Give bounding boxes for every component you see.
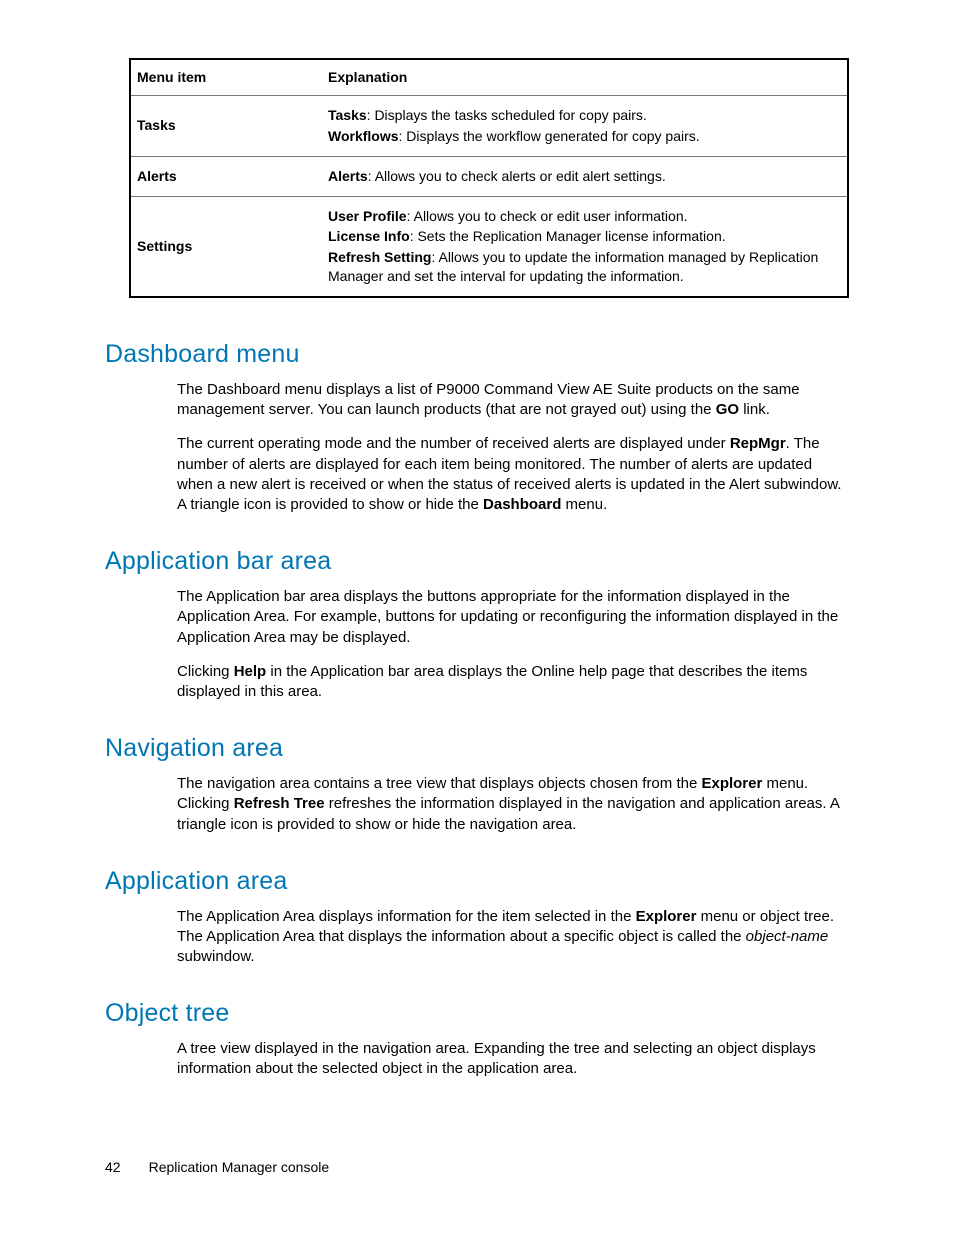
paragraph: A tree view displayed in the navigation … [177, 1039, 849, 1080]
cell-menu-item: Alerts [130, 156, 322, 196]
desc: : Allows you to check or edit user infor… [407, 208, 688, 224]
text: Clicking [177, 663, 234, 680]
desc: : Allows you to check alerts or edit ale… [368, 168, 666, 184]
col-explanation: Explanation [322, 59, 848, 95]
section-body: A tree view displayed in the navigation … [177, 1039, 849, 1080]
term: User Profile [328, 208, 407, 224]
desc: : Displays the tasks scheduled for copy … [367, 107, 647, 123]
heading-dashboard-menu: Dashboard menu [105, 338, 849, 372]
desc: : Displays the workflow generated for co… [399, 128, 700, 144]
table-header-row: Menu item Explanation [130, 59, 848, 95]
paragraph: The Application bar area displays the bu… [177, 587, 849, 648]
term: Alerts [328, 168, 368, 184]
section-body: The Dashboard menu displays a list of P9… [177, 380, 849, 516]
table-row: Tasks Tasks: Displays the tasks schedule… [130, 95, 848, 156]
text: The Application Area displays informatio… [177, 908, 636, 925]
heading-navigation-area: Navigation area [105, 732, 849, 766]
text: in the Application bar area displays the… [177, 663, 807, 700]
bold: Explorer [636, 908, 697, 925]
cell-explanation: Tasks: Displays the tasks scheduled for … [322, 95, 848, 156]
table-row: Alerts Alerts: Allows you to check alert… [130, 156, 848, 196]
section-body: The navigation area contains a tree view… [177, 774, 849, 835]
text: The navigation area contains a tree view… [177, 775, 701, 792]
paragraph: The current operating mode and the numbe… [177, 434, 849, 515]
page-footer: 42 Replication Manager console [105, 1158, 329, 1177]
paragraph: The Dashboard menu displays a list of P9… [177, 380, 849, 421]
paragraph: Clicking Help in the Application bar are… [177, 662, 849, 703]
bold: Dashboard [483, 496, 561, 513]
document-page: Menu item Explanation Tasks Tasks: Displ… [0, 0, 954, 1235]
heading-application-area: Application area [105, 865, 849, 899]
italic: object-name [746, 928, 829, 945]
bold: Refresh Tree [234, 795, 325, 812]
text: subwindow. [177, 948, 255, 965]
cell-menu-item: Settings [130, 196, 322, 297]
desc: : Sets the Replication Manager license i… [410, 228, 726, 244]
col-menu-item: Menu item [130, 59, 322, 95]
paragraph: The Application Area displays informatio… [177, 907, 849, 968]
section-body: The Application Area displays informatio… [177, 907, 849, 968]
page-number: 42 [105, 1158, 121, 1177]
footer-title: Replication Manager console [149, 1159, 330, 1175]
text: link. [739, 401, 770, 418]
table-row: Settings User Profile: Allows you to che… [130, 196, 848, 297]
term: Refresh Setting [328, 249, 431, 265]
paragraph: The navigation area contains a tree view… [177, 774, 849, 835]
bold: Explorer [701, 775, 762, 792]
cell-menu-item: Tasks [130, 95, 322, 156]
text: menu. [561, 496, 607, 513]
section-body: The Application bar area displays the bu… [177, 587, 849, 702]
bold: RepMgr [730, 435, 786, 452]
term: Tasks [328, 107, 367, 123]
bold: GO [716, 401, 739, 418]
menu-table: Menu item Explanation Tasks Tasks: Displ… [129, 58, 849, 298]
cell-explanation: User Profile: Allows you to check or edi… [322, 196, 848, 297]
term: Workflows [328, 128, 399, 144]
heading-object-tree: Object tree [105, 997, 849, 1031]
text: The Dashboard menu displays a list of P9… [177, 381, 800, 418]
term: License Info [328, 228, 410, 244]
text: The current operating mode and the numbe… [177, 435, 730, 452]
bold: Help [234, 663, 267, 680]
heading-application-bar: Application bar area [105, 545, 849, 579]
cell-explanation: Alerts: Allows you to check alerts or ed… [322, 156, 848, 196]
